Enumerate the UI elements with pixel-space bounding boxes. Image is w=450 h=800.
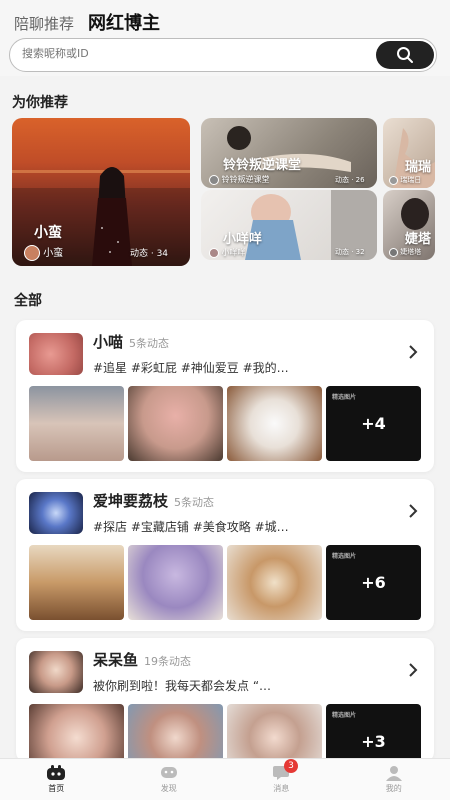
feed-thumbnails: 精选图片 +6 bbox=[29, 545, 421, 620]
card-user: 婕塔塔 bbox=[389, 247, 421, 257]
card-name: 铃铃叛逆课堂 bbox=[223, 158, 302, 173]
thumbnail[interactable] bbox=[227, 386, 322, 461]
card-user: 瑞瑞日 bbox=[389, 175, 421, 185]
card-posts: 动态 · 26 bbox=[335, 176, 365, 184]
thumbnail[interactable] bbox=[128, 545, 223, 620]
all-title: 全部 bbox=[14, 293, 42, 309]
profile-icon bbox=[385, 766, 402, 781]
nav-label: 发现 bbox=[160, 784, 177, 793]
category-tabs: 陪聊推荐 网红博主 bbox=[14, 9, 160, 35]
thumbnail[interactable] bbox=[128, 386, 223, 461]
search-icon bbox=[397, 47, 413, 63]
avatar bbox=[209, 174, 219, 185]
card-posts: 动态 · 34 bbox=[130, 249, 169, 259]
recommend-card-jieta[interactable]: 婕塔 婕塔塔 bbox=[383, 190, 435, 260]
avatar bbox=[24, 245, 40, 261]
search-input[interactable] bbox=[22, 47, 362, 60]
thumbnail[interactable] bbox=[227, 545, 322, 620]
card-user: 小蛮 bbox=[24, 244, 63, 261]
feed-name: 小喵 5条动态 bbox=[93, 333, 170, 351]
tab-influencer[interactable]: 网红博主 bbox=[88, 9, 160, 35]
thumb-badge: 精选图片 bbox=[332, 394, 357, 401]
chevron-right-icon[interactable] bbox=[408, 662, 418, 678]
more-photos-button[interactable]: 精选图片 +4 bbox=[326, 386, 421, 461]
feed-tags: #追星 #彩虹屁 #神仙爱豆 #我的… bbox=[93, 361, 289, 375]
card-name: 瑞瑞 bbox=[405, 160, 432, 175]
nav-messages[interactable]: 3 消息 bbox=[225, 759, 338, 800]
top-bar: 陪聊推荐 网红博主 bbox=[0, 0, 450, 76]
feed-count: 5条动态 bbox=[129, 337, 170, 350]
recommend-card-xiaomie[interactable]: 小咩咩 小咩咩 动态 · 32 bbox=[201, 190, 377, 260]
avatar bbox=[29, 492, 83, 534]
feed-count: 19条动态 bbox=[144, 655, 192, 668]
thumb-badge: 精选图片 bbox=[332, 553, 357, 560]
feed-name: 爱坤要荔枝 5条动态 bbox=[93, 492, 215, 510]
avatar bbox=[29, 651, 83, 693]
avatar bbox=[389, 247, 398, 257]
feed-name: 呆呆鱼 19条动态 bbox=[93, 651, 192, 669]
feed-card-daidaiyu[interactable]: 呆呆鱼 19条动态 被你刷到啦！我每天都会发点 “… 精选图片 +3 bbox=[16, 638, 434, 779]
card-name: 小蛮 bbox=[34, 225, 62, 241]
tab-companion-recommend[interactable]: 陪聊推荐 bbox=[14, 13, 74, 34]
nav-profile[interactable]: 我的 bbox=[338, 759, 450, 800]
thumbnail[interactable] bbox=[29, 545, 124, 620]
nav-label: 我的 bbox=[385, 784, 402, 793]
home-icon bbox=[47, 765, 66, 780]
chevron-right-icon[interactable] bbox=[408, 503, 418, 519]
nav-label: 消息 bbox=[273, 784, 290, 793]
search-button[interactable] bbox=[376, 41, 434, 69]
feed-thumbnails: 精选图片 +4 bbox=[29, 386, 421, 461]
feed-tags: 被你刷到啦！我每天都会发点 “… bbox=[93, 679, 272, 693]
thumbnail[interactable] bbox=[29, 386, 124, 461]
feed-card-aikun[interactable]: 爱坤要荔枝 5条动态 #探店 #宝藏店铺 #美食攻略 #城… 精选图片 +6 bbox=[16, 479, 434, 631]
card-user: 铃铃叛逆课堂 bbox=[209, 174, 270, 185]
discover-icon bbox=[160, 767, 177, 778]
card-name: 婕塔 bbox=[405, 232, 432, 247]
nav-discover[interactable]: 发现 bbox=[113, 759, 226, 800]
unread-badge: 3 bbox=[284, 759, 298, 773]
feed-card-xiaomiao[interactable]: 小喵 5条动态 #追星 #彩虹屁 #神仙爱豆 #我的… 精选图片 +4 bbox=[16, 320, 434, 472]
card-user: 小咩咩 bbox=[209, 247, 246, 258]
card-name: 小咩咩 bbox=[223, 232, 263, 247]
recommend-title: 为你推荐 bbox=[12, 95, 68, 111]
card-posts: 动态 · 32 bbox=[335, 248, 365, 256]
recommend-card-xiaoman[interactable]: 小蛮 小蛮 动态 · 34 bbox=[12, 118, 190, 266]
feed-count: 5条动态 bbox=[174, 496, 215, 509]
chevron-right-icon[interactable] bbox=[408, 344, 418, 360]
feed-tags: #探店 #宝藏店铺 #美食攻略 #城… bbox=[93, 520, 289, 534]
avatar bbox=[209, 247, 219, 258]
recommend-card-ruirui[interactable]: 瑞瑞 瑞瑞日 bbox=[383, 118, 435, 188]
search-bar[interactable] bbox=[9, 38, 437, 72]
nav-label: 首页 bbox=[48, 784, 65, 793]
avatar bbox=[29, 333, 83, 375]
bottom-nav: 首页 发现 3 消息 我的 bbox=[0, 758, 450, 800]
thumb-badge: 精选图片 bbox=[332, 712, 357, 719]
avatar bbox=[389, 175, 398, 185]
recommend-card-lingling[interactable]: 铃铃叛逆课堂 铃铃叛逆课堂 动态 · 26 bbox=[201, 118, 377, 188]
more-photos-button[interactable]: 精选图片 +6 bbox=[326, 545, 421, 620]
nav-home[interactable]: 首页 bbox=[0, 759, 113, 800]
